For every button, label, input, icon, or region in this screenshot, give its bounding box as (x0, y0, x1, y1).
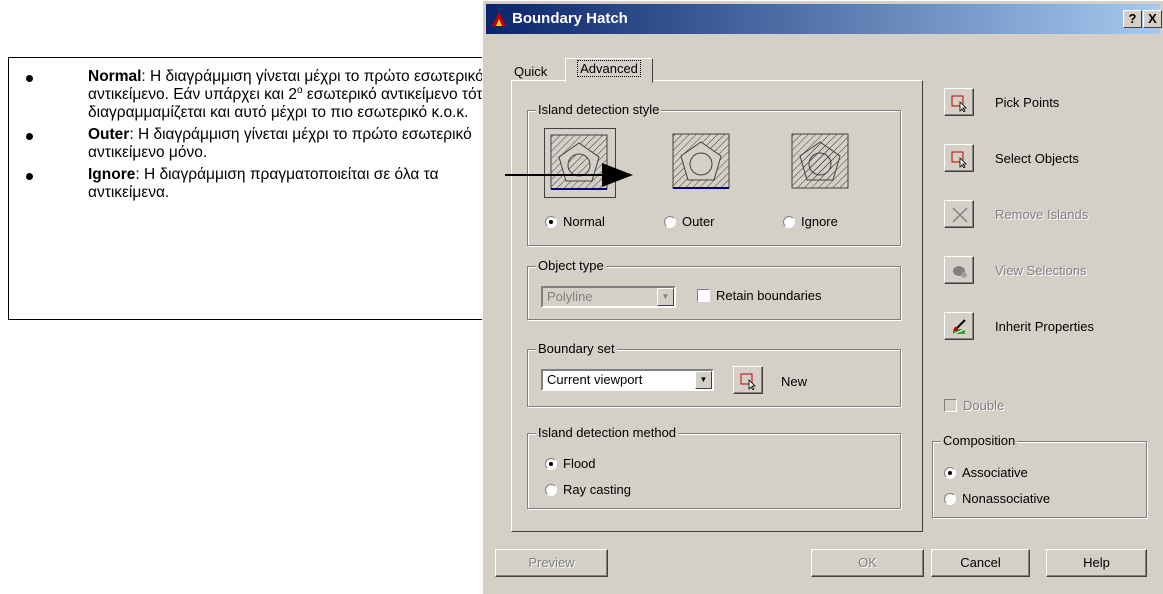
pointer-arrow-icon (505, 163, 633, 187)
group-label: Object type (536, 258, 606, 273)
dialog-title: Boundary Hatch (512, 10, 628, 27)
radio-associative[interactable]: Associative (944, 465, 1028, 480)
new-label: New (781, 374, 808, 389)
retain-boundaries-checkbox[interactable]: Retain boundaries (697, 288, 822, 303)
annotation-term: Normal (88, 68, 142, 85)
group-label: Island detection method (536, 425, 679, 440)
radio-label: Ray casting (563, 482, 631, 497)
pick-points-button[interactable] (944, 88, 974, 116)
select-value: Current viewport (547, 372, 643, 387)
group-label: Boundary set (536, 341, 617, 356)
view-selections-icon (953, 266, 967, 278)
radio-ignore[interactable]: Ignore (783, 214, 838, 229)
inherit-properties-label: Inherit Properties (995, 319, 1094, 334)
annotation-term: Outer (88, 126, 130, 143)
radio-circle (545, 483, 557, 496)
radio-circle (664, 215, 676, 228)
bullet-icon (26, 133, 33, 140)
ok-button[interactable]: OK (811, 549, 924, 577)
radio-label: Flood (563, 456, 596, 471)
annotation-list: Normal : Η διαγράμμιση γίνεται μέχρι το π… (26, 68, 496, 206)
boundary-set-select[interactable]: Current viewport ▼ (541, 369, 714, 391)
pick-points-icon (951, 95, 967, 112)
remove-x-icon (952, 207, 968, 223)
checkbox-box (944, 399, 957, 412)
radio-flood[interactable]: Flood (545, 456, 596, 471)
hatch-ignore-icon (791, 133, 849, 189)
inherit-properties-button[interactable] (944, 312, 974, 340)
radio-circle (944, 492, 956, 505)
radio-label: Nonassociative (962, 491, 1051, 506)
group-label: Composition (941, 433, 1018, 448)
radio-label: Ignore (801, 214, 838, 229)
radio-nonassociative[interactable]: Nonassociative (944, 491, 1050, 506)
close-button[interactable]: X (1143, 10, 1162, 28)
ignore-style-preview[interactable] (786, 128, 856, 196)
chevron-down-icon: ▼ (695, 371, 712, 389)
tab-quick[interactable]: Quick (514, 64, 547, 79)
radio-circle (944, 466, 956, 479)
pick-points-label: Pick Points (995, 95, 1060, 110)
annotation-box: Normal : Η διαγράμμιση γίνεται μέχρι το π… (8, 57, 512, 320)
view-selections-button[interactable] (944, 256, 974, 284)
title-bar[interactable]: Boundary Hatch ? X (486, 4, 1162, 34)
hatch-outer-icon (672, 133, 730, 189)
help-title-button[interactable]: ? (1123, 10, 1142, 28)
cancel-button[interactable]: Cancel (931, 549, 1030, 577)
preview-button[interactable]: Preview (495, 549, 608, 577)
annotation-item-outer: Outer: Η διαγράμμιση γίνεται μέχρι το πρ… (26, 126, 496, 162)
pick-cursor-icon (740, 373, 756, 390)
radio-circle (545, 215, 557, 228)
radio-label: Normal (563, 214, 605, 229)
radio-ray-casting[interactable]: Ray casting (545, 482, 631, 497)
double-checkbox[interactable]: Double (944, 398, 1004, 413)
bullet-icon (26, 75, 33, 82)
checkbox-label: Double (963, 398, 1005, 413)
paint-brush-icon (953, 319, 966, 335)
help-button[interactable]: Help (1046, 549, 1147, 577)
bullet-icon (26, 173, 33, 180)
checkbox-box (697, 289, 710, 302)
annotation-term: Ignore (88, 166, 136, 183)
new-boundary-set-button[interactable] (733, 366, 763, 394)
select-objects-button[interactable] (944, 144, 974, 172)
group-label: Island detection style (536, 102, 662, 117)
select-value: Polyline (547, 289, 593, 304)
annotation-item-ignore: Ignore: Η διαγράμμιση πραγματοποιείται σ… (26, 166, 496, 202)
object-type-select[interactable]: Polyline ▼ (541, 286, 676, 308)
radio-label: Outer (682, 214, 715, 229)
remove-islands-label: Remove Islands (995, 207, 1089, 222)
outer-style-preview[interactable] (667, 128, 737, 196)
radio-circle (783, 215, 795, 228)
radio-normal[interactable]: Normal (545, 214, 605, 229)
chevron-down-icon: ▼ (657, 288, 674, 306)
annotation-text: : Η διαγράμμιση πραγματοποιείται σε όλα … (88, 166, 439, 201)
island-detection-method-group: Island detection method (527, 425, 901, 509)
annotation-text: : Η διαγράμμιση γίνεται μέχρι το πρώτο ε… (88, 126, 472, 161)
tab-advanced[interactable]: Advanced (565, 58, 653, 83)
tab-advanced-label: Advanced (577, 60, 641, 77)
select-objects-icon (951, 151, 967, 168)
checkbox-label: Retain boundaries (716, 288, 822, 303)
annotation-item-normal: Normal: Η διαγράμμιση γίνεται μέχρι το π… (26, 68, 496, 122)
radio-circle (545, 457, 557, 470)
radio-label: Associative (962, 465, 1028, 480)
view-selections-label: View Selections (995, 263, 1087, 278)
radio-outer[interactable]: Outer (664, 214, 715, 229)
autocad-app-icon (492, 12, 506, 26)
select-objects-label: Select Objects (995, 151, 1079, 166)
remove-islands-button[interactable] (944, 200, 974, 228)
